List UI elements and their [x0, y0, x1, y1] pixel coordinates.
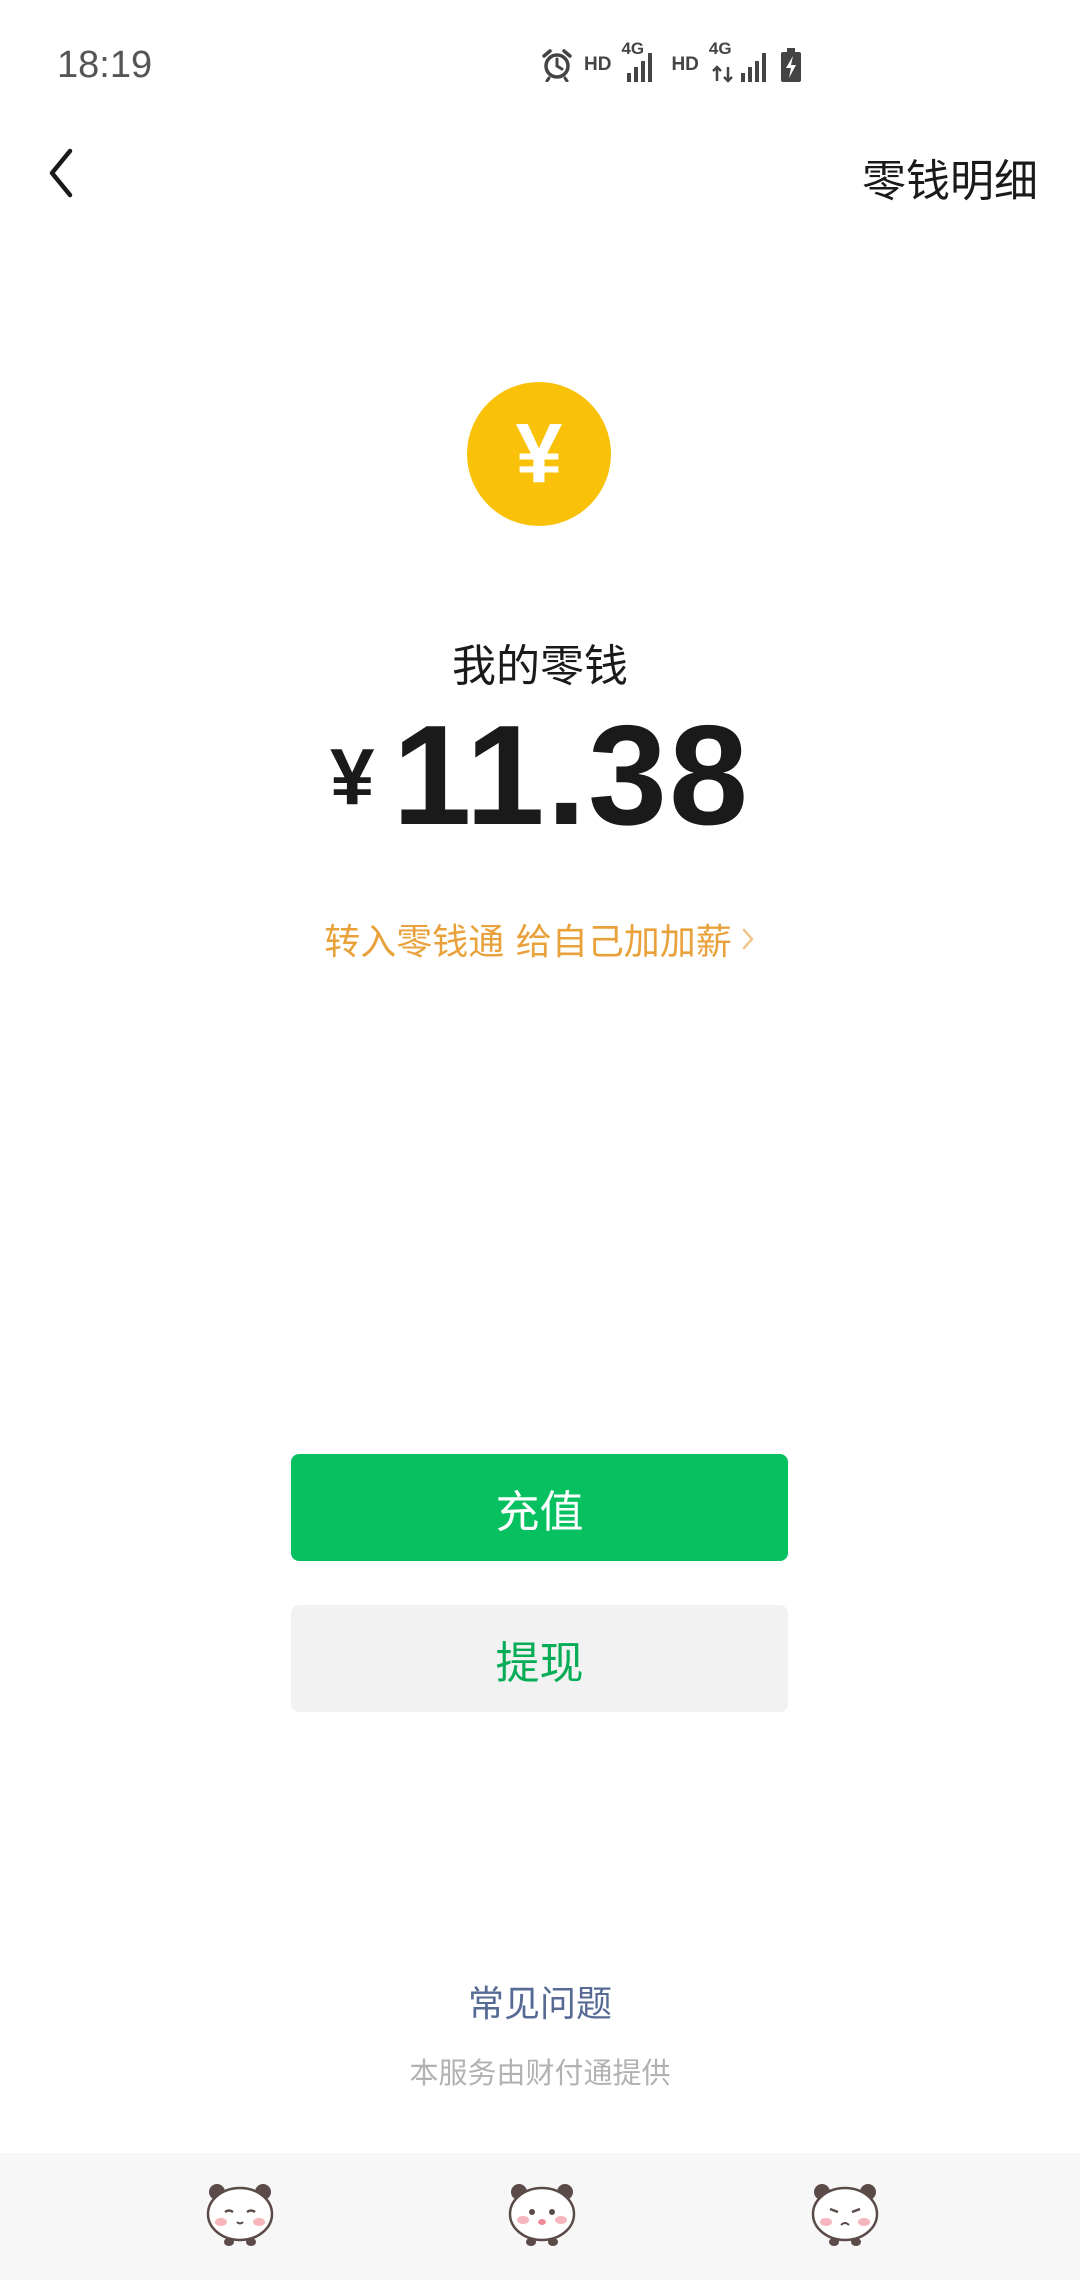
promo-link[interactable]: 转入零钱通 给自己加加薪 [0, 913, 1080, 965]
panda-sticker-sleepy-icon[interactable] [203, 2178, 277, 2248]
withdraw-button[interactable]: 提现 [291, 1605, 788, 1712]
back-button[interactable] [22, 135, 102, 215]
status-time: 18:19 [57, 44, 153, 86]
topup-button[interactable]: 充值 [291, 1454, 788, 1561]
chevron-right-icon [740, 922, 756, 963]
nav-bar: 零钱明细 [0, 135, 1080, 215]
hd-label: HD [671, 54, 699, 75]
signal-bars-icon: 4G [621, 39, 661, 85]
panda-sticker-happy-icon[interactable] [505, 2178, 579, 2248]
signal-bars-icon: 4G [709, 39, 769, 85]
panda-sticker-sad-icon[interactable] [808, 2178, 882, 2248]
bottom-bar [0, 2153, 1080, 2280]
currency-symbol: ¥ [329, 732, 375, 821]
balance-display: ¥ 11.38 [0, 705, 1080, 855]
provider-text: 本服务由财付通提供 [409, 2056, 671, 2090]
hd-label: HD [584, 54, 612, 75]
status-icons: HD 4G HD 4G [540, 39, 803, 90]
balance-amount: 11.38 [392, 696, 750, 855]
coin-icon: ¥ [467, 382, 611, 526]
balance-label: 我的零钱 [452, 641, 628, 692]
promo-text: 转入零钱通 给自己加加薪 [324, 922, 732, 963]
coin-symbol: ¥ [516, 406, 563, 500]
balance-details-link[interactable]: 零钱明细 [862, 145, 1038, 209]
chevron-left-icon [42, 143, 82, 207]
faq-link[interactable]: 常见问题 [0, 1975, 1080, 2027]
status-bar: 18:19 HD 4G HD 4G [0, 0, 1080, 135]
battery-charging-icon [779, 47, 803, 83]
alarm-icon [540, 48, 574, 82]
